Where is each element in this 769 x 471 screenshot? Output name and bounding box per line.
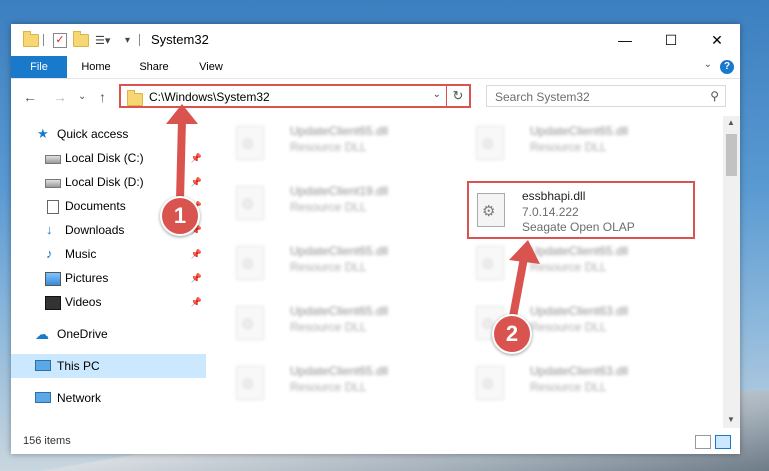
arrow-2	[508, 254, 528, 326]
callout-step-2: 2	[492, 314, 532, 354]
arrow-2-head	[509, 240, 540, 264]
annotation-arrows	[166, 104, 540, 326]
arrow-1	[176, 116, 186, 204]
callout-step-1: 1	[160, 196, 200, 236]
arrow-1-head	[166, 104, 198, 124]
